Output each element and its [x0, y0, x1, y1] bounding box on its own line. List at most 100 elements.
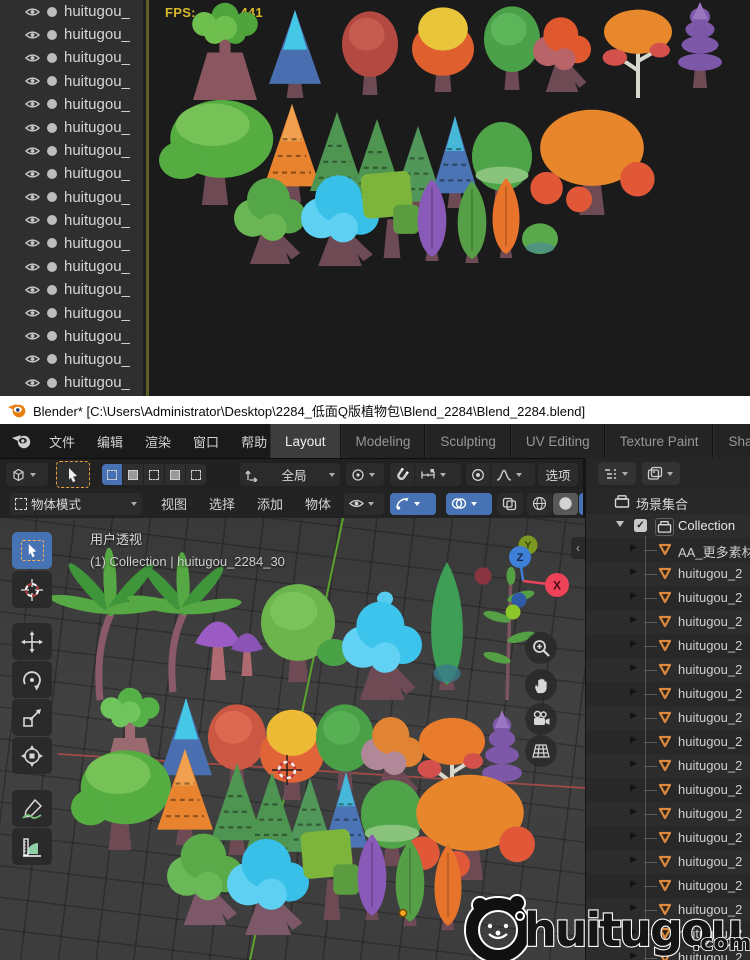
collection-row[interactable]: ✓ Collection — [586, 514, 750, 538]
expand-arrow-icon[interactable]: ▶ — [630, 638, 637, 649]
hide-eye-icon[interactable] — [25, 76, 40, 86]
expand-arrow-icon[interactable]: ▶ — [630, 662, 637, 673]
top-outliner-row[interactable]: huitugou_ — [0, 46, 143, 69]
outliner-panel[interactable]: 场景集合 ✓ Collection ▶ AA_更多素材 ▶ huitugou_2 ▶ hu… — [586, 489, 750, 960]
transform-orientation-dropdown[interactable]: 全局 — [240, 463, 340, 486]
outliner-item-row[interactable]: ▶ huitugou_2 — [586, 826, 750, 850]
camera-view-button[interactable] — [525, 703, 557, 735]
outliner-item-row[interactable]: ▶ huitugou_2 — [586, 730, 750, 754]
select-mode-new[interactable] — [102, 464, 122, 485]
outliner-item-row[interactable]: ▶ huitugou_2 — [586, 634, 750, 658]
expand-arrow-icon[interactable]: ▶ — [630, 782, 637, 793]
disable-dot-icon[interactable] — [47, 168, 57, 179]
select-mode-subtract[interactable] — [144, 464, 164, 485]
outliner-item-row[interactable]: ▶ huitugou_2 — [586, 586, 750, 610]
navigation-gizmo[interactable]: Y Z X — [470, 525, 580, 630]
hide-eye-icon[interactable] — [25, 238, 40, 248]
tool-move[interactable] — [12, 623, 52, 660]
window-titlebar[interactable]: Blender* [C:\Users\Administrator\Desktop… — [0, 396, 750, 424]
outliner-item-row[interactable]: ▶ huitugou_2 — [586, 898, 750, 922]
menu-item[interactable]: 文件 — [38, 432, 86, 451]
expand-arrow-icon[interactable]: ▶ — [630, 806, 637, 817]
menu-item[interactable]: 窗口 — [182, 432, 230, 451]
disable-dot-icon[interactable] — [47, 76, 57, 87]
disable-dot-icon[interactable] — [47, 308, 57, 319]
top-outliner-row[interactable]: huitugou_ — [0, 232, 143, 255]
disable-dot-icon[interactable] — [47, 29, 57, 40]
top-outliner-row[interactable]: huitugou_ — [0, 162, 143, 185]
top-outliner-panel[interactable]: huitugou_ huitugou_ huitugou_ huitugou_ huit… — [0, 0, 143, 396]
viewport-3d[interactable]: 用户透视 (1) Collection | huitugou_2284_30 Y… — [0, 518, 585, 960]
outliner-filter-button[interactable] — [642, 462, 680, 485]
shading-wireframe-button[interactable] — [527, 492, 552, 515]
outliner-item-row[interactable]: ▶ huitugou_2 — [586, 706, 750, 730]
hide-eye-icon[interactable] — [25, 192, 40, 202]
blender-menu-logo-icon[interactable] — [12, 432, 31, 449]
top-outliner-row[interactable]: huitugou_ — [0, 186, 143, 209]
outliner-item-row[interactable]: ▶ huitugou_2 — [586, 562, 750, 586]
workspace-tab-layout[interactable]: Layout — [270, 424, 341, 458]
viewport-menu-item[interactable]: 视图 — [150, 494, 198, 513]
viewport-menu-item[interactable]: 添加 — [246, 494, 294, 513]
disable-dot-icon[interactable] — [47, 122, 57, 133]
top-outliner-row[interactable]: huitugou_ — [0, 116, 143, 139]
tool-cursor[interactable] — [12, 571, 52, 608]
expand-arrow-icon[interactable]: ▶ — [630, 734, 637, 745]
disable-dot-icon[interactable] — [47, 261, 57, 272]
expand-arrow-icon[interactable]: ▶ — [630, 830, 637, 841]
hide-eye-icon[interactable] — [25, 331, 40, 341]
outliner-item-row[interactable]: ▶ huitugou_2 — [586, 922, 750, 946]
workspace-tab-shading[interactable]: Shading — [713, 424, 750, 458]
top-outliner-row[interactable]: huitugou_ — [0, 70, 143, 93]
disable-dot-icon[interactable] — [47, 145, 57, 156]
menu-item[interactable]: 编辑 — [86, 432, 134, 451]
proportional-edit-button[interactable] — [466, 463, 490, 486]
hide-eye-icon[interactable] — [25, 99, 40, 109]
menu-item[interactable]: 渲染 — [134, 432, 182, 451]
disable-dot-icon[interactable] — [47, 331, 57, 342]
shading-solid-button[interactable] — [553, 492, 578, 515]
editor-type-button[interactable] — [6, 463, 48, 486]
disable-dot-icon[interactable] — [47, 192, 57, 203]
hide-eye-icon[interactable] — [25, 308, 40, 318]
expand-arrow-icon[interactable]: ▶ — [630, 710, 637, 721]
viewport-menu-item[interactable]: 选择 — [198, 494, 246, 513]
top-outliner-row[interactable]: huitugou_ — [0, 209, 143, 232]
pan-button[interactable] — [525, 669, 557, 701]
options-button[interactable]: 选项 — [538, 463, 578, 486]
visibility-dropdown[interactable] — [344, 492, 384, 515]
top-outliner-row[interactable]: huitugou_ — [0, 255, 143, 278]
workspace-tab-modeling[interactable]: Modeling — [340, 424, 426, 458]
scene-collection-row[interactable]: 场景集合 — [586, 490, 750, 514]
outliner-item-row[interactable]: ▶ huitugou_2 — [586, 610, 750, 634]
outliner-item-row[interactable]: ▶ huitugou_2 — [586, 802, 750, 826]
mode-dropdown[interactable]: 物体模式 — [10, 492, 142, 515]
expand-arrow-icon[interactable]: ▶ — [630, 950, 637, 960]
top-outliner-row[interactable]: huitugou_ — [0, 301, 143, 324]
outliner-item-row[interactable]: ▶ huitugou_2 — [586, 682, 750, 706]
expand-arrow-icon[interactable]: ▶ — [630, 902, 637, 913]
xray-toggle-button[interactable] — [497, 492, 523, 515]
top-outliner-row[interactable]: huitugou_ — [0, 348, 143, 371]
expand-arrow-icon[interactable]: ▶ — [630, 878, 637, 889]
gizmos-toggle-dropdown[interactable] — [390, 492, 436, 515]
expand-arrow-icon[interactable]: ▶ — [630, 686, 637, 697]
perspective-toggle-button[interactable] — [525, 735, 557, 767]
gizmo-neg-x-ball[interactable] — [474, 567, 492, 585]
disable-dot-icon[interactable] — [47, 354, 57, 365]
snap-toggle-button[interactable] — [390, 463, 414, 486]
disable-dot-icon[interactable] — [47, 284, 57, 295]
pivot-point-dropdown[interactable] — [346, 463, 384, 486]
disable-dot-icon[interactable] — [47, 215, 57, 226]
top-outliner-row[interactable]: huitugou_ — [0, 93, 143, 116]
expand-arrow-icon[interactable]: ▶ — [630, 542, 637, 553]
outliner-item-row[interactable]: ▶ huitugou_2 — [586, 658, 750, 682]
active-tool-button[interactable] — [56, 461, 90, 488]
expand-caret-icon[interactable] — [616, 521, 624, 527]
expand-arrow-icon[interactable]: ▶ — [630, 566, 637, 577]
collection-checkbox[interactable]: ✓ — [634, 519, 647, 532]
expand-arrow-icon[interactable]: ▶ — [630, 590, 637, 601]
outliner-item-row[interactable]: ▶ AA_更多素材 — [586, 538, 750, 562]
snap-with-dropdown[interactable] — [415, 463, 461, 486]
outliner-item-row[interactable]: ▶ huitugou_2 — [586, 946, 750, 960]
